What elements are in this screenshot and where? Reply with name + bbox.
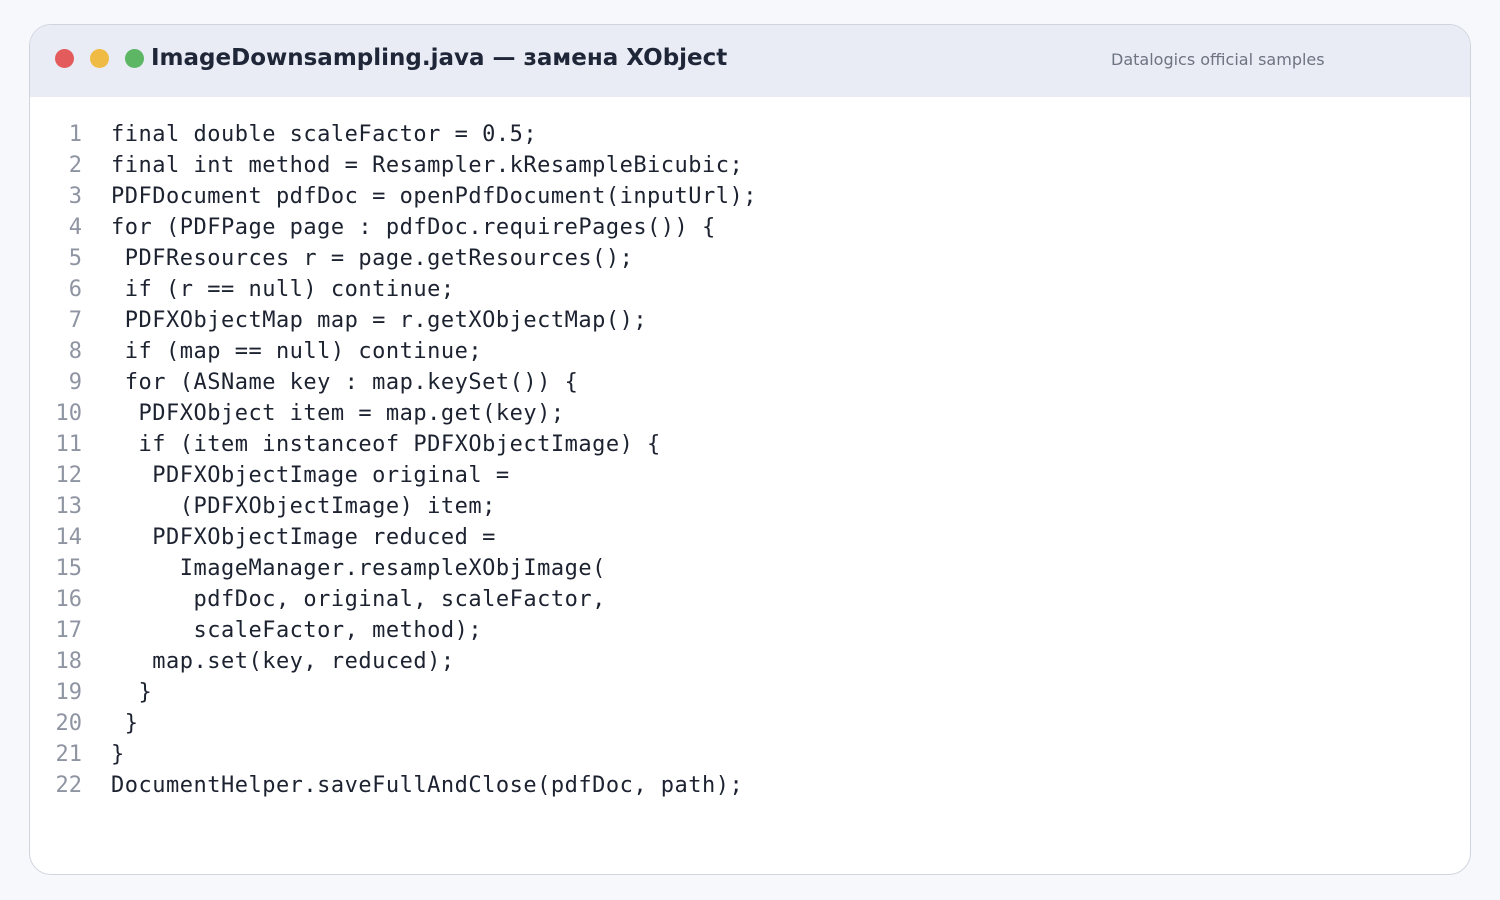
- line-number: 4: [68, 215, 82, 240]
- code-text: PDFXObjectImage reduced =: [111, 525, 496, 550]
- code-text: PDFXObjectMap map = r.getXObjectMap();: [111, 308, 648, 333]
- line-number: 13: [55, 494, 83, 519]
- source-label: Datalogics official samples: [1111, 50, 1325, 69]
- code-text: map.set(key, reduced);: [111, 649, 455, 674]
- line-number: 17: [55, 618, 83, 643]
- code-text: if (r == null) continue;: [111, 277, 455, 302]
- line-number: 5: [68, 246, 82, 271]
- code-line: 13 (PDFXObjectImage) item;: [30, 491, 1470, 522]
- code-line: 22 DocumentHelper.saveFullAndClose(pdfDoc…: [30, 770, 1470, 801]
- code-line: 21}: [30, 739, 1470, 770]
- line-number: 7: [68, 308, 82, 333]
- code-text: (PDFXObjectImage) item;: [111, 494, 496, 519]
- code-text: if (item instanceof PDFXObjectImage) {: [111, 432, 661, 457]
- code-line: 2 final int method = Resampler.kResampleB…: [30, 150, 1470, 181]
- window-title: ImageDownsampling.java — замена XObject: [151, 45, 728, 71]
- code-line: 4 for (PDFPage page : pdfDoc.requirePages…: [30, 212, 1470, 243]
- code-line: 5 PDFResources r = page.getResources();: [30, 243, 1470, 274]
- code-text: PDFXObject item = map.get(key);: [111, 401, 565, 426]
- code-line: 12 PDFXObjectImage original =: [30, 460, 1470, 491]
- code-text: scaleFactor, method);: [111, 618, 483, 643]
- line-number: 1: [68, 122, 82, 147]
- line-number: 9: [68, 370, 82, 395]
- code-line: 19 }: [30, 677, 1470, 708]
- line-number: 11: [55, 432, 83, 457]
- code-text: for (ASName key : map.keySet()) {: [111, 370, 579, 395]
- code-line: 18 map.set(key, reduced);: [30, 646, 1470, 677]
- code-text: }: [111, 742, 125, 767]
- code-text: PDFXObjectImage original =: [111, 463, 510, 488]
- code-text: PDFDocument pdfDoc = openPdfDocument(inp…: [111, 184, 758, 209]
- line-number: 19: [55, 680, 83, 705]
- line-number: 14: [55, 525, 83, 550]
- line-number: 12: [55, 463, 83, 488]
- line-number: 15: [55, 556, 83, 581]
- line-number: 21: [55, 742, 83, 767]
- code-line: 17 scaleFactor, method);: [30, 615, 1470, 646]
- code-line: 10 PDFXObject item = map.get(key);: [30, 398, 1470, 429]
- maximize-window-button[interactable]: [125, 49, 144, 68]
- code-line: 16 pdfDoc, original, scaleFactor,: [30, 584, 1470, 615]
- line-number: 8: [68, 339, 82, 364]
- line-number: 20: [55, 711, 83, 736]
- line-number: 10: [55, 401, 83, 426]
- title-bar: ImageDownsampling.java — замена XObject …: [30, 25, 1470, 97]
- code-line: 20 }: [30, 708, 1470, 739]
- code-line: 9 for (ASName key : map.keySet()) {: [30, 367, 1470, 398]
- code-line: 14 PDFXObjectImage reduced =: [30, 522, 1470, 553]
- code-text: pdfDoc, original, scaleFactor,: [111, 587, 606, 612]
- code-line: 6 if (r == null) continue;: [30, 274, 1470, 305]
- code-text: }: [111, 711, 139, 736]
- code-listing[interactable]: 1 final double scaleFactor = 0.5; 2 final i…: [30, 119, 1470, 801]
- code-line: 15 ImageManager.resampleXObjImage(: [30, 553, 1470, 584]
- code-window: ImageDownsampling.java — замена XObject …: [29, 24, 1471, 875]
- code-text: ImageManager.resampleXObjImage(: [111, 556, 606, 581]
- line-number: 22: [55, 773, 83, 798]
- code-text: PDFResources r = page.getResources();: [111, 246, 634, 271]
- minimize-window-button[interactable]: [90, 49, 109, 68]
- code-line: 3 PDFDocument pdfDoc = openPdfDocument(in…: [30, 181, 1470, 212]
- line-number: 2: [68, 153, 82, 178]
- code-text: }: [111, 680, 153, 705]
- code-line: 11 if (item instanceof PDFXObjectImage) …: [30, 429, 1470, 460]
- code-line: 1 final double scaleFactor = 0.5;: [30, 119, 1470, 150]
- line-number: 16: [55, 587, 83, 612]
- code-text: DocumentHelper.saveFullAndClose(pdfDoc, …: [111, 773, 744, 798]
- code-text: if (map == null) continue;: [111, 339, 483, 364]
- code-line: 8 if (map == null) continue;: [30, 336, 1470, 367]
- close-window-button[interactable]: [55, 49, 74, 68]
- code-text: final double scaleFactor = 0.5;: [111, 122, 538, 147]
- line-number: 3: [68, 184, 82, 209]
- code-text: final int method = Resampler.kResampleBi…: [111, 153, 744, 178]
- code-line: 7 PDFXObjectMap map = r.getXObjectMap();: [30, 305, 1470, 336]
- line-number: 6: [68, 277, 82, 302]
- line-number: 18: [55, 649, 83, 674]
- code-text: for (PDFPage page : pdfDoc.requirePages(…: [111, 215, 716, 240]
